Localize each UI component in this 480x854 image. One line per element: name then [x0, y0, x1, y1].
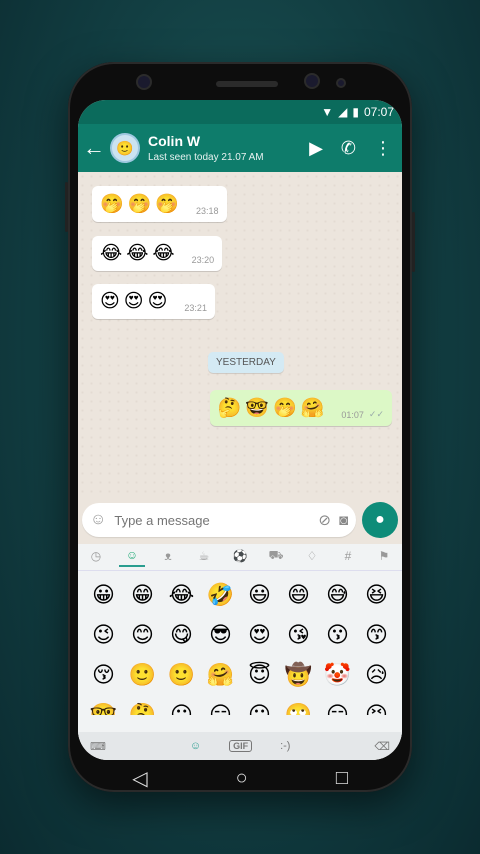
animals-category-icon[interactable]: ᴥ: [155, 549, 181, 566]
emoji-key[interactable]: 😁: [123, 575, 162, 615]
emoji-tab-icon[interactable]: ☺: [190, 740, 201, 752]
smileys-category-icon[interactable]: ☺: [119, 548, 145, 567]
emoticon-tab[interactable]: :-): [280, 740, 290, 752]
avatar[interactable]: 🙂: [110, 133, 140, 163]
emoji-keyboard: ◷ ☺ ᴥ ☕ ⚽ ⛟ ♢ # ⚑ 😀 😁 😂 🤣 😃 😄 😅 😆 😉 😊 😋 😎 😍 😘 😗 😙 😚 🙂 🙂 🤗 😇 🤠…: [78, 544, 402, 760]
front-camera: [138, 76, 150, 88]
message-emoji: 😍😍😍: [100, 291, 172, 312]
travel-category-icon[interactable]: ⛟: [263, 548, 289, 567]
emoji-key[interactable]: 😣: [357, 695, 396, 715]
message-input-box: ☺ ⊘ ◙: [82, 503, 356, 537]
emoji-key[interactable]: 😊: [123, 615, 162, 655]
emoji-grid: 😀 😁 😂 🤣 😃 😄 😅 😆 😉 😊 😋 😎 😍 😘 😗 😙 😚 🙂 🙂 🤗 😇 🤠 🤡 😥 🤓 🤔 😐 😑 😶 🙄 😏 😣: [78, 571, 402, 715]
emoji-key[interactable]: 😥: [357, 655, 396, 695]
volume-button: [65, 182, 68, 232]
contact-info[interactable]: Colin W Last seen today 21.07 AM: [148, 133, 309, 163]
emoji-key[interactable]: 🙂: [162, 655, 201, 695]
day-separator: YESTERDAY: [208, 352, 284, 373]
more-vert-icon[interactable]: ⋮: [374, 138, 392, 159]
status-time: 07:07: [363, 105, 394, 119]
camera-icon[interactable]: ◙: [339, 512, 348, 529]
emoji-category-bar: ◷ ☺ ᴥ ☕ ⚽ ⛟ ♢ # ⚑: [78, 544, 402, 571]
system-navbar: ◁ ○ □: [88, 758, 392, 798]
emoji-key[interactable]: 🤗: [201, 655, 240, 695]
signal-icon: ◢: [338, 105, 348, 119]
flags-category-icon[interactable]: ⚑: [371, 549, 397, 566]
emoji-key[interactable]: 😘: [279, 615, 318, 655]
objects-category-icon[interactable]: ♢: [299, 549, 325, 566]
emoji-key[interactable]: 😶: [240, 695, 279, 715]
backspace-icon[interactable]: ⌫: [374, 740, 390, 753]
emoji-key[interactable]: 😉: [84, 615, 123, 655]
sensor-dot: [338, 80, 344, 86]
screen: ▼ ◢ ▮ 07:07 ← 🙂 Colin W Last seen today …: [78, 100, 402, 760]
emoji-key[interactable]: 😏: [318, 695, 357, 715]
emoji-key[interactable]: 😀: [84, 575, 123, 615]
message-bubble-outgoing[interactable]: 🤔🤓🤭🤗 01:07 ✓✓: [209, 390, 392, 426]
message-time: 23:20: [191, 255, 215, 265]
emoji-key[interactable]: 😇: [240, 655, 279, 695]
back-arrow-icon[interactable]: ←: [78, 124, 110, 172]
gif-tab[interactable]: GIF: [229, 740, 253, 752]
symbols-category-icon[interactable]: #: [335, 549, 361, 566]
read-receipt-icon: ✓✓: [368, 409, 384, 419]
emoji-key[interactable]: 🤔: [123, 695, 162, 715]
status-bar: ▼ ◢ ▮ 07:07: [78, 100, 402, 124]
emoji-key[interactable]: 😑: [201, 695, 240, 715]
emoji-key[interactable]: 😃: [240, 575, 279, 615]
recent-category-icon[interactable]: ◷: [83, 549, 109, 566]
emoji-key[interactable]: 🤠: [279, 655, 318, 695]
emoji-key[interactable]: 😅: [318, 575, 357, 615]
mic-icon: ●: [375, 511, 385, 528]
message-time: 01:07: [341, 410, 364, 420]
food-category-icon[interactable]: ☕: [191, 549, 217, 566]
nav-recents-icon[interactable]: □: [336, 767, 348, 790]
message-time: 23:18: [195, 206, 219, 216]
message-emoji: 😂😂😂: [100, 243, 179, 264]
composer: ☺ ⊘ ◙ ●: [82, 500, 398, 540]
emoji-toggle-icon[interactable]: ☺: [90, 511, 106, 529]
emoji-key[interactable]: 🙂: [123, 655, 162, 695]
message-bubble[interactable]: 😂😂😂 23:20: [92, 236, 223, 271]
earpiece: [216, 81, 278, 87]
sports-category-icon[interactable]: ⚽: [227, 549, 253, 566]
emoji-key[interactable]: 😐: [162, 695, 201, 715]
wifi-icon: ▼: [321, 105, 334, 119]
message-emoji: 🤔🤓🤭🤗: [217, 398, 329, 419]
emoji-key[interactable]: 😙: [357, 615, 396, 655]
nav-back-icon[interactable]: ◁: [132, 766, 147, 791]
contact-name: Colin W: [148, 133, 201, 149]
nav-home-icon[interactable]: ○: [236, 767, 248, 790]
message-bubble[interactable]: 😍😍😍 23:21: [92, 284, 215, 319]
last-seen: Last seen today 21.07 AM: [148, 152, 264, 163]
keyboard-bottom-bar: ⌨ ☺ GIF :-) ⌫: [78, 732, 402, 760]
emoji-key[interactable]: 🤡: [318, 655, 357, 695]
sensor: [306, 75, 318, 87]
emoji-key[interactable]: 🤓: [84, 695, 123, 715]
chat-header: ← 🙂 Colin W Last seen today 21.07 AM ▶ ✆…: [78, 124, 402, 172]
battery-icon: ▮: [352, 105, 359, 119]
emoji-key[interactable]: 🙄: [279, 695, 318, 715]
chat-area[interactable]: 🤭🤭🤭 23:18 😂😂😂 23:20 😍😍😍 23:21 YESTERDAY …: [78, 172, 402, 498]
message-bubble[interactable]: 🤭🤭🤭 23:18: [92, 186, 227, 222]
keyboard-icon[interactable]: ⌨: [90, 740, 106, 753]
emoji-key[interactable]: 😂: [162, 575, 201, 615]
emoji-key[interactable]: 😎: [201, 615, 240, 655]
emoji-key[interactable]: 🤣: [201, 575, 240, 615]
emoji-key[interactable]: 😗: [318, 615, 357, 655]
phone-call-icon[interactable]: ✆: [341, 138, 356, 159]
message-emoji: 🤭🤭🤭: [100, 194, 183, 215]
power-button: [412, 212, 415, 272]
emoji-key[interactable]: 😄: [279, 575, 318, 615]
emoji-key[interactable]: 😋: [162, 615, 201, 655]
message-time: 23:21: [184, 303, 207, 313]
emoji-key[interactable]: 😆: [357, 575, 396, 615]
message-input[interactable]: [112, 511, 311, 529]
video-call-icon[interactable]: ▶: [309, 138, 323, 159]
phone-frame: ▼ ◢ ▮ 07:07 ← 🙂 Colin W Last seen today …: [65, 62, 415, 792]
emoji-key[interactable]: 😍: [240, 615, 279, 655]
attach-icon[interactable]: ⊘: [318, 511, 331, 529]
emoji-key[interactable]: 😚: [84, 655, 123, 695]
mic-button[interactable]: ●: [362, 502, 398, 538]
